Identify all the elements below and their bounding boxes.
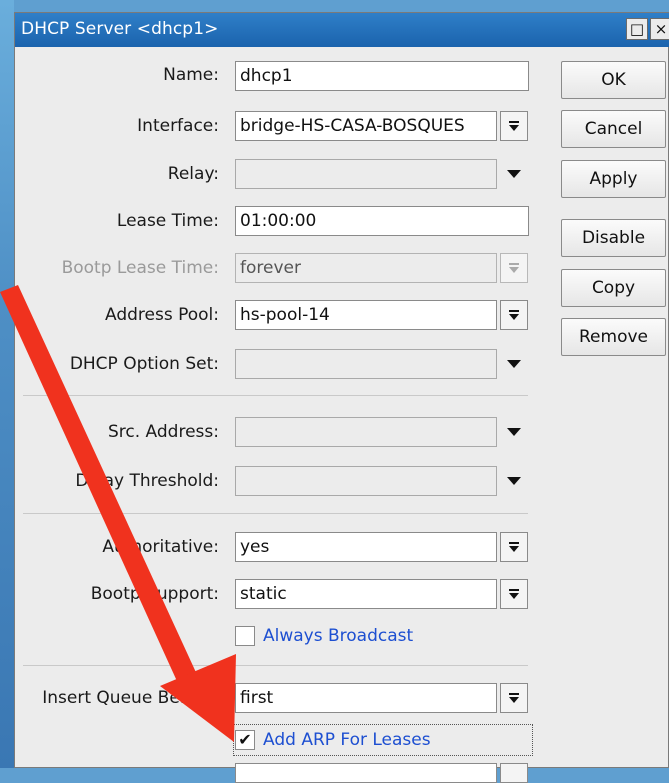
authoritative-field[interactable]: yes bbox=[235, 532, 497, 562]
lease-time-field[interactable]: 01:00:00 bbox=[235, 206, 529, 236]
window-title: DHCP Server <dhcp1> bbox=[21, 19, 219, 39]
insert-queue-before-field[interactable]: first bbox=[235, 683, 497, 713]
interface-dropdown-button[interactable] bbox=[500, 111, 528, 141]
window-titlebar[interactable]: DHCP Server <dhcp1> □ × bbox=[15, 13, 669, 47]
bootp-lease-time-label: Bootp Lease Time: bbox=[61, 258, 219, 278]
dropdown-framed-icon bbox=[509, 542, 519, 552]
apply-button[interactable]: Apply bbox=[561, 160, 666, 198]
delay-threshold-field[interactable] bbox=[235, 466, 497, 496]
ok-button[interactable]: OK bbox=[561, 61, 666, 99]
src-address-label: Src. Address: bbox=[108, 422, 219, 442]
name-field[interactable]: dhcp1 bbox=[235, 61, 529, 91]
dropdown-framed-icon bbox=[509, 263, 519, 273]
remove-button[interactable]: Remove bbox=[561, 318, 666, 356]
next-dropdown-partial[interactable] bbox=[500, 763, 528, 783]
dropdown-plain-icon bbox=[507, 477, 521, 485]
bootp-support-field[interactable]: static bbox=[235, 579, 497, 609]
always-broadcast-label: Always Broadcast bbox=[263, 626, 414, 646]
bootp-support-label: Bootp Support: bbox=[90, 584, 219, 604]
dropdown-framed-icon bbox=[509, 121, 519, 131]
desktop-background bbox=[0, 0, 14, 768]
authoritative-label: Authoritative: bbox=[102, 537, 219, 557]
restore-icon[interactable]: □ bbox=[626, 18, 648, 40]
src-address-dropdown-button[interactable] bbox=[502, 417, 526, 447]
address-pool-label: Address Pool: bbox=[104, 305, 219, 325]
address-pool-field[interactable]: hs-pool-14 bbox=[235, 300, 497, 330]
dhcp-option-set-dropdown-button[interactable] bbox=[502, 349, 526, 379]
disable-button[interactable]: Disable bbox=[561, 219, 666, 257]
insert-queue-before-label: Insert Queue Before: bbox=[42, 688, 219, 708]
always-broadcast-checkbox[interactable] bbox=[235, 626, 255, 646]
copy-button[interactable]: Copy bbox=[561, 269, 666, 307]
src-address-field[interactable] bbox=[235, 417, 497, 447]
dropdown-framed-icon bbox=[509, 589, 519, 599]
section-divider bbox=[23, 665, 528, 666]
bootp-lease-time-field: forever bbox=[235, 253, 497, 283]
dropdown-plain-icon bbox=[507, 170, 521, 178]
relay-field[interactable] bbox=[235, 159, 497, 189]
name-label: Name: bbox=[163, 65, 219, 85]
authoritative-dropdown-button[interactable] bbox=[500, 532, 528, 562]
delay-threshold-dropdown-button[interactable] bbox=[502, 466, 526, 496]
add-arp-for-leases-label: Add ARP For Leases bbox=[263, 730, 431, 750]
next-field-partial[interactable] bbox=[235, 763, 497, 783]
dhcp-option-set-field[interactable] bbox=[235, 349, 497, 379]
bootp-support-dropdown-button[interactable] bbox=[500, 579, 528, 609]
address-pool-dropdown-button[interactable] bbox=[500, 300, 528, 330]
interface-label: Interface: bbox=[137, 116, 219, 136]
insert-queue-before-dropdown-button[interactable] bbox=[500, 683, 528, 713]
dropdown-plain-icon bbox=[507, 428, 521, 436]
add-arp-for-leases-checkbox[interactable]: ✔ bbox=[235, 730, 255, 750]
section-divider bbox=[23, 513, 528, 514]
dhcp-option-set-label: DHCP Option Set: bbox=[69, 354, 219, 374]
dropdown-framed-icon bbox=[509, 310, 519, 320]
dropdown-plain-icon bbox=[507, 360, 521, 368]
relay-label: Relay: bbox=[167, 164, 219, 184]
cancel-button[interactable]: Cancel bbox=[561, 110, 666, 148]
bootp-lease-time-dropdown-button bbox=[500, 253, 528, 283]
add-arp-for-leases-checkbox-row[interactable]: ✔ Add ARP For Leases bbox=[233, 724, 533, 756]
always-broadcast-checkbox-row[interactable]: Always Broadcast bbox=[235, 622, 413, 650]
interface-field[interactable]: bridge-HS-CASA-BOSQUES bbox=[235, 111, 497, 141]
delay-threshold-label: Delay Threshold: bbox=[75, 471, 219, 491]
close-icon[interactable]: × bbox=[650, 18, 669, 40]
lease-time-label: Lease Time: bbox=[116, 211, 219, 231]
dropdown-framed-icon bbox=[509, 693, 519, 703]
dhcp-server-window: DHCP Server <dhcp1> □ × Name: dhcp1 Inte… bbox=[14, 12, 669, 783]
section-divider bbox=[23, 395, 528, 396]
relay-dropdown-button[interactable] bbox=[502, 159, 526, 189]
